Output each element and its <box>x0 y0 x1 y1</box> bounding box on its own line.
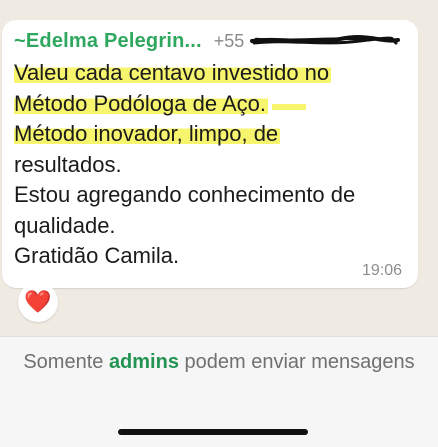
message-header: ~Edelma Pelegrin... +55 <box>14 28 401 54</box>
message-line: resultados. <box>14 151 122 177</box>
message-line: Gratidão Camila. <box>14 243 180 268</box>
message-text: Valeu cada centavo investido no Método P… <box>14 58 414 272</box>
admins-link[interactable]: admins <box>109 351 179 373</box>
chat-area: ~Edelma Pelegrin... +55 Valeu cada centa… <box>0 0 438 336</box>
home-indicator[interactable] <box>118 429 308 435</box>
message-line: Método inovador, limpo, de <box>14 119 414 150</box>
message-bubble[interactable]: ~Edelma Pelegrin... +55 Valeu cada centa… <box>2 20 418 288</box>
highlighted-text: Método inovador, limpo, de <box>14 121 281 146</box>
heart-reaction-icon[interactable]: ❤️ <box>18 282 58 322</box>
sender-name[interactable]: ~Edelma Pelegrin... <box>14 30 202 53</box>
notice-prefix: Somente <box>23 351 109 373</box>
message-line: Estou agregando conhecimento de <box>14 182 356 207</box>
redaction-scribble <box>250 35 401 45</box>
admin-only-footer: Somente admins podem enviar mensagens <box>0 336 438 447</box>
message-timestamp: 19:06 <box>361 262 402 279</box>
sender-phone: +55 <box>213 30 245 51</box>
highlighted-text: Método Podóloga de Aço. <box>14 90 268 116</box>
message-line: Valeu cada centavo investido no <box>14 58 414 89</box>
message-line: Método Podóloga de Aço. <box>14 89 414 120</box>
message-line: qualidade. <box>14 212 116 238</box>
highlight-stroke <box>271 103 306 110</box>
highlighted-text: Valeu cada centavo investido no <box>14 60 332 85</box>
notice-suffix: podem enviar mensagens <box>178 351 415 373</box>
admin-only-notice: Somente admins podem enviar mensagens <box>0 351 438 374</box>
